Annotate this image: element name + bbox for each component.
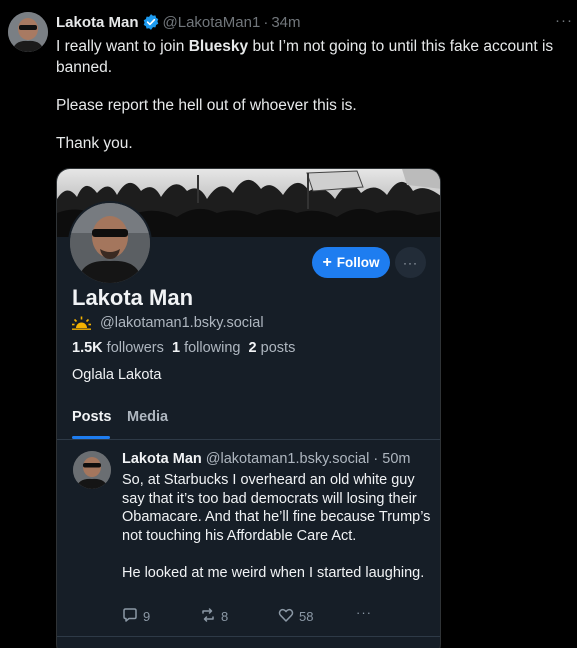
tweet-paragraph-1: I really want to join Bluesky but I’m no… bbox=[56, 38, 554, 76]
post-more-button[interactable]: ··· bbox=[356, 605, 372, 620]
following-count: 1 bbox=[171, 340, 181, 356]
like-count: 58 bbox=[299, 609, 314, 624]
post-author-handle[interactable]: @lakotaman1.bsky.social bbox=[206, 451, 370, 467]
profile-post[interactable]: Lakota Man @lakotaman1.bsky.social · 50m… bbox=[57, 441, 440, 637]
repost-count: 8 bbox=[221, 609, 229, 624]
repost-button[interactable]: 8 bbox=[200, 607, 228, 626]
tweet-header: Lakota Man @LakotaMan1 · 34m bbox=[56, 13, 301, 31]
post-timestamp[interactable]: 50m bbox=[382, 451, 410, 467]
tweet-paragraph-2: Please report the hell out of whoever th… bbox=[56, 97, 357, 114]
followers-label[interactable]: followers bbox=[107, 340, 164, 356]
active-tab-indicator bbox=[72, 436, 110, 439]
post-actions: 9 8 58 ··· bbox=[122, 605, 382, 626]
profile-handle: @lakotaman1.bsky.social bbox=[100, 315, 264, 331]
tweet-author-avatar[interactable] bbox=[8, 12, 48, 52]
reply-button[interactable]: 9 bbox=[122, 607, 150, 626]
profile-avatar[interactable] bbox=[68, 201, 152, 285]
post-paragraph-2: He looked at me weird when I started lau… bbox=[122, 564, 425, 581]
profile-tabs: Posts Media bbox=[57, 409, 440, 440]
plus-icon: + bbox=[322, 253, 332, 271]
repost-arrows-icon bbox=[200, 607, 216, 626]
post-time-separator: · bbox=[373, 451, 379, 467]
profile-more-button[interactable]: ··· bbox=[395, 247, 426, 278]
tab-posts[interactable]: Posts bbox=[72, 409, 112, 425]
post-text: So, at Starbucks I overheard an old whit… bbox=[122, 471, 432, 601]
bold-mention: Bluesky bbox=[188, 38, 249, 55]
tweet-more-button[interactable]: ··· bbox=[555, 12, 573, 29]
profile-handle-row: @lakotaman1.bsky.social bbox=[72, 315, 264, 331]
tweet-timestamp[interactable]: 34m bbox=[271, 14, 300, 31]
posts-count: 2 bbox=[248, 340, 257, 356]
sunrise-icon bbox=[72, 316, 91, 330]
tweet-paragraph-3: Thank you. bbox=[56, 135, 133, 152]
heart-icon bbox=[278, 607, 294, 626]
posts-label: posts bbox=[260, 340, 296, 356]
tweet-text: I really want to join Bluesky but I’m no… bbox=[56, 36, 566, 171]
tweet-author-name[interactable]: Lakota Man bbox=[56, 14, 139, 31]
following-label[interactable]: following bbox=[184, 340, 240, 356]
tweet-author-handle[interactable]: @LakotaMan1 bbox=[163, 14, 261, 31]
embedded-screenshot-bluesky-profile[interactable]: + Follow ··· Lakota Man @lakotaman1.bsky… bbox=[56, 168, 441, 648]
profile-bio: Oglala Lakota bbox=[72, 367, 162, 383]
post-paragraph-1: So, at Starbucks I overheard an old whit… bbox=[122, 472, 431, 544]
speech-bubble-icon bbox=[122, 607, 138, 626]
follow-label: Follow bbox=[336, 255, 380, 270]
post-header: Lakota Man @lakotaman1.bsky.social · 50m bbox=[122, 451, 410, 467]
time-separator: · bbox=[263, 13, 269, 31]
post-author-avatar[interactable] bbox=[73, 451, 111, 489]
profile-display-name: Lakota Man bbox=[72, 285, 194, 310]
followers-count: 1.5K bbox=[72, 340, 103, 356]
follow-button[interactable]: + Follow bbox=[312, 247, 390, 278]
tab-media[interactable]: Media bbox=[127, 409, 168, 425]
tweet: Lakota Man @LakotaMan1 · 34m ··· I reall… bbox=[0, 0, 577, 648]
profile-stats: 1.5K followers 1 following 2 posts bbox=[72, 340, 295, 356]
post-author-name[interactable]: Lakota Man bbox=[122, 451, 202, 467]
like-button[interactable]: 58 bbox=[278, 607, 313, 626]
verified-badge-icon bbox=[142, 13, 160, 31]
reply-count: 9 bbox=[143, 609, 151, 624]
